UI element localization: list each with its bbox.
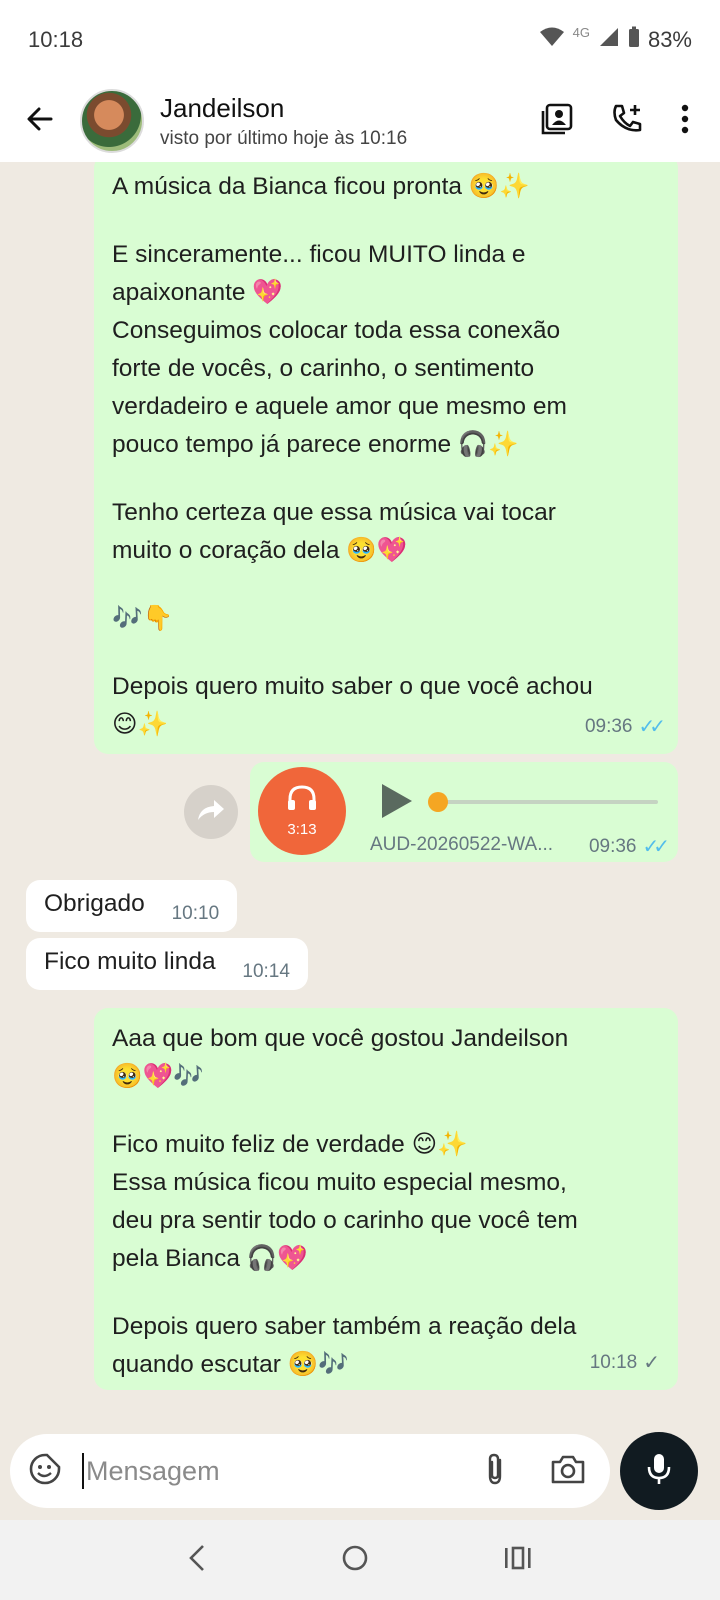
incoming-message[interactable]: Fico muito linda 10:14 xyxy=(26,938,308,990)
nav-back-icon[interactable] xyxy=(187,1543,207,1578)
audio-filename: AUD-20260522-WA... xyxy=(370,834,554,855)
battery-percent: 83% xyxy=(647,27,692,52)
audio-meta: 09:36 ✓✓ xyxy=(588,834,670,859)
contact-avatar[interactable] xyxy=(80,89,144,153)
message-line: Tenho certeza que essa música vai tocar xyxy=(112,499,556,526)
outgoing-message[interactable]: A música da Bianca ficou pronta 🥹✨ E sin… xyxy=(94,162,678,754)
message-time: 09:36 xyxy=(584,716,633,737)
message-input[interactable] xyxy=(82,1453,484,1489)
message-line: apaixonante 💖 xyxy=(112,279,283,306)
message-meta: 09:36 ✓✓ xyxy=(584,708,666,746)
message-line: Depois quero muito saber o que você acho… xyxy=(112,673,593,700)
sticker-button[interactable] xyxy=(28,1452,62,1491)
battery-icon xyxy=(628,26,640,54)
header-actions xyxy=(540,102,720,141)
message-line: quando escutar 🥹🎶 xyxy=(112,1351,349,1378)
contact-card-icon xyxy=(540,102,574,141)
message-line: deu pra sentir todo o carinho que você t… xyxy=(112,1207,578,1234)
message-time: 10:10 xyxy=(171,903,220,924)
read-ticks-icon: ✓✓ xyxy=(642,836,669,858)
chat-area[interactable]: A música da Bianca ficou pronta 🥹✨ E sin… xyxy=(0,162,720,1432)
contact-card-button[interactable] xyxy=(540,102,574,141)
audio-time: 09:36 xyxy=(588,835,637,857)
add-call-button[interactable] xyxy=(610,102,644,141)
message-line: pouco tempo já parece enorme 🎧✨ xyxy=(112,431,519,458)
message-line xyxy=(112,1096,660,1126)
play-button[interactable] xyxy=(380,782,414,825)
audio-duration: 3:13 xyxy=(287,821,317,838)
message-line: Conseguimos colocar toda essa conexão xyxy=(112,317,561,344)
composer-actions xyxy=(484,1452,586,1491)
message-meta: 10:18 ✓ xyxy=(590,1344,660,1382)
message-text: Obrigado xyxy=(44,890,145,917)
camera-button[interactable] xyxy=(550,1453,586,1490)
message-composer xyxy=(10,1434,610,1508)
camera-icon xyxy=(550,1453,586,1490)
message-line: Depois quero saber também a reação dela xyxy=(112,1313,577,1340)
microphone-icon xyxy=(645,1452,673,1491)
back-button[interactable] xyxy=(0,80,80,162)
message-time: 10:14 xyxy=(242,961,290,982)
message-line: Fico muito feliz de verdade 😊✨ xyxy=(112,1131,468,1158)
message-line: muito o coração dela 🥹💖 xyxy=(112,537,408,564)
paperclip-icon xyxy=(484,1452,506,1491)
message-line xyxy=(112,638,660,668)
play-icon xyxy=(380,784,414,824)
message-line: pela Bianca 🎧💖 xyxy=(112,1245,308,1272)
message-line xyxy=(112,464,660,494)
contact-info[interactable]: Jandeilson visto por último hoje às 10:1… xyxy=(160,93,540,150)
status-icons: 4G 83% xyxy=(539,24,692,54)
message-line: Essa música ficou muito especial mesmo, xyxy=(112,1169,567,1196)
audio-message[interactable]: 3:13 AUD-20260522-WA... 09:36 ✓✓ xyxy=(250,762,678,862)
outgoing-message[interactable]: Aaa que bom que você gostou Jandeilson 🥹… xyxy=(94,1008,678,1390)
nav-home-icon[interactable] xyxy=(340,1543,370,1578)
message-time: 10:18 xyxy=(589,1352,638,1373)
message-line: A música da Bianca ficou pronta 🥹✨ xyxy=(112,173,530,200)
message-text: Fico muito linda xyxy=(44,948,216,975)
message-line xyxy=(112,570,660,600)
attach-button[interactable] xyxy=(484,1452,506,1491)
status-bar: 10:18 4G 83% xyxy=(0,0,720,80)
nav-recents-icon[interactable] xyxy=(503,1545,533,1576)
audio-progress-handle[interactable] xyxy=(428,792,448,812)
more-vert-icon xyxy=(680,104,690,139)
incoming-message[interactable]: Obrigado 10:10 xyxy=(26,880,238,932)
message-line: 🎶👇 xyxy=(112,605,174,632)
message-line: 😊✨ xyxy=(112,711,169,738)
add-call-icon xyxy=(610,102,644,141)
back-arrow-icon xyxy=(25,104,55,139)
message-line: Aaa que bom que você gostou Jandeilson xyxy=(112,1025,569,1052)
audio-thumbnail: 3:13 xyxy=(258,767,346,855)
sticker-icon xyxy=(28,1452,62,1491)
contact-name: Jandeilson xyxy=(160,92,285,123)
message-line xyxy=(112,1278,660,1308)
message-line xyxy=(112,206,660,236)
message-line: 🥹💖🎶 xyxy=(112,1063,204,1090)
forward-button[interactable] xyxy=(184,785,238,839)
message-line: forte de vocês, o carinho, o sentimento xyxy=(112,355,535,382)
message-line: verdadeiro e aquele amor que mesmo em xyxy=(112,393,567,420)
read-ticks-icon: ✓✓ xyxy=(638,716,665,738)
message-line: E sinceramente... ficou MUITO linda e xyxy=(112,241,526,268)
forward-icon xyxy=(196,798,226,827)
network-type-label: 4G xyxy=(572,24,590,40)
chat-header: Jandeilson visto por último hoje às 10:1… xyxy=(0,80,720,162)
sent-tick-icon: ✓ xyxy=(643,1352,660,1374)
headphones-icon xyxy=(286,784,318,817)
signal-icon xyxy=(598,26,620,54)
system-nav-bar xyxy=(0,1520,720,1600)
status-time: 10:18 xyxy=(28,27,84,52)
wifi-icon xyxy=(539,26,565,54)
more-options-button[interactable] xyxy=(680,104,690,139)
contact-last-seen: visto por último hoje às 10:16 xyxy=(160,127,408,149)
audio-progress-track[interactable] xyxy=(432,800,658,804)
voice-record-button[interactable] xyxy=(620,1432,698,1510)
